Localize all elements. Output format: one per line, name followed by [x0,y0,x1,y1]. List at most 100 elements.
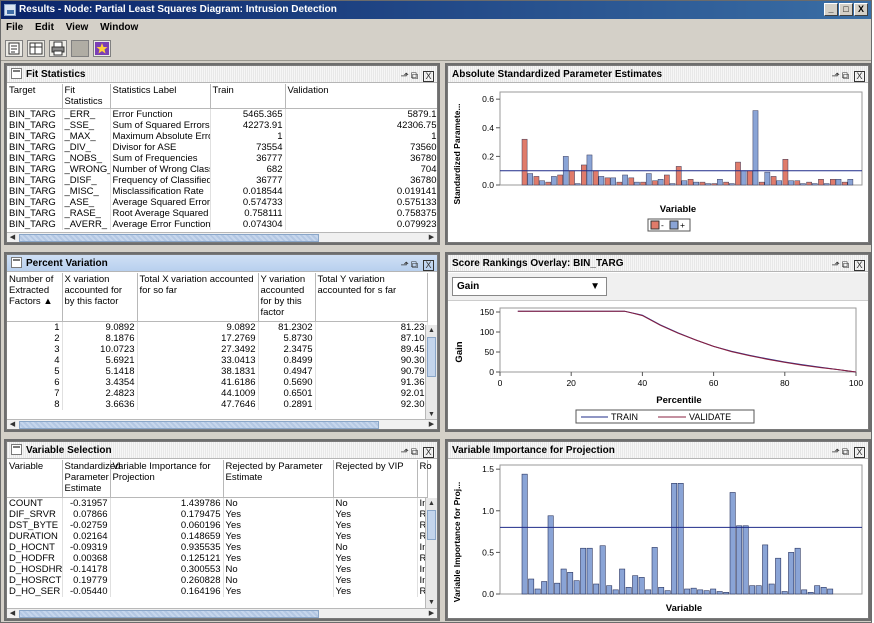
column-header[interactable]: Train [210,84,286,109]
maximize-icon[interactable]: ⧉ [842,447,851,458]
table-row[interactable]: BIN_TARG _ERR_ Error Function 5465.365 5879.… [7,108,437,120]
vertical-scrollbar[interactable]: ▲ ▼ [425,325,437,420]
vertical-scrollbar[interactable]: ▲ ▼ [425,498,437,608]
table-view-icon[interactable] [27,40,45,57]
restore-icon[interactable]: ⬏ [401,260,411,271]
restore-icon[interactable]: ⬏ [401,447,411,458]
scroll-down-icon[interactable]: ▼ [426,597,437,608]
table-row[interactable]: BIN_TARG _MISC_ Misclassification Rate 0.01… [7,186,437,197]
column-header[interactable]: Fit Statistics [62,84,111,109]
close-button[interactable]: X [854,3,868,16]
column-header[interactable]: Total X variation accounted for so far [137,273,259,322]
table-row[interactable]: BIN_TARG _NOBS_ Sum of Frequencies 36777 367… [7,153,437,164]
variable-selection-header[interactable]: Variable Selection ⬏⧉ X [7,442,437,459]
parameter-estimates-header[interactable]: Absolute Standardized Parameter Estimate… [448,66,868,83]
table-row[interactable]: DURATION0.021640.148659YesYesRe [7,530,428,542]
score-rankings-header[interactable]: Score Rankings Overlay: BIN_TARG ⬏⧉ X [448,255,868,272]
table-row[interactable]: BIN_TARG_DISF_Frequency of Classified Ca… [7,175,437,186]
vip-header[interactable]: Variable Importance for Projection ⬏⧉ X [448,442,868,459]
scroll-thumb[interactable] [427,337,436,377]
statistic-dropdown[interactable]: Gain ▼ [452,277,607,296]
scroll-thumb[interactable] [19,234,319,242]
scroll-right-icon[interactable]: ▶ [426,233,437,242]
table-row[interactable]: BIN_TARG _AVERR_ Average Error Function 0.0… [7,219,437,230]
table-row[interactable]: DIF_SRVR0.078660.179475YesYesRe [7,508,428,520]
close-icon[interactable]: X [854,71,865,82]
properties-icon[interactable] [5,40,23,57]
scroll-up-icon[interactable]: ▲ [426,325,437,336]
table-row[interactable]: 6 3.4354 41.6186 0.5690 91.36 [7,376,428,388]
restore-icon[interactable]: ⬏ [832,71,842,82]
maximize-icon[interactable]: ⧉ [411,71,420,82]
restore-icon[interactable]: ⬏ [832,260,842,271]
maximize-button[interactable]: □ [839,3,853,16]
column-header[interactable]: Number of Extracted Factors ▲ [7,273,63,322]
column-header[interactable]: X variation accounted for by this factor [62,273,138,322]
table-row[interactable]: BIN_TARG _MAX_ Maximum Absolute Error 1 1 [7,131,437,142]
restore-icon[interactable]: ⬏ [832,447,842,458]
scroll-thumb[interactable] [427,510,436,540]
maximize-icon[interactable]: ⧉ [842,71,851,82]
table-row[interactable]: D_HOCNT-0.093190.935535YesNoInp [7,541,428,553]
print-icon[interactable] [49,40,67,57]
table-row[interactable]: BIN_TARG _SSE_ Sum of Squared Errors 42273.… [7,120,437,131]
scroll-up-icon[interactable]: ▲ [426,498,437,509]
column-header[interactable]: Ro [417,460,432,498]
table-row[interactable]: 3 10.0723 27.3492 2.3475 89.45 [7,343,428,355]
column-header[interactable]: Standardized Parameter Estimate [62,460,120,498]
close-icon[interactable]: X [854,260,865,271]
table-row[interactable]: 1 9.0892 9.0892 81.2302 81.23 [7,321,428,333]
table-row[interactable]: 8 3.6636 47.7646 0.2891 92.30 [7,398,428,410]
table-row[interactable]: 7 2.4823 44.1009 0.6501 92.01 [7,387,428,399]
horizontal-scrollbar[interactable]: ◀ ▶ [7,419,437,429]
menu-window[interactable]: Window [100,19,138,36]
wand-icon[interactable] [93,40,111,57]
menu-view[interactable]: View [66,19,89,36]
title-bar[interactable]: Results - Node: Partial Least Squares Di… [1,1,871,19]
table-row[interactable]: D_HOSDHR-0.141780.300553NoYesInp [7,563,428,575]
scroll-left-icon[interactable]: ◀ [7,609,18,618]
table-row[interactable]: COUNT-0.319571.439786NoNoInp [7,497,428,509]
column-header[interactable]: Total Y variation accounted for s far [315,273,428,322]
maximize-icon[interactable]: ⧉ [411,260,420,271]
minimize-button[interactable]: _ [824,3,838,16]
table-row[interactable]: D_HODFR0.003680.125121YesYesRe [7,552,428,564]
table-row[interactable]: BIN_TARG_RASE_Root Average Squared Error… [7,208,437,219]
table-row[interactable]: BIN_TARG _ASE_ Average Squared Error 0.5747… [7,197,437,208]
restore-icon[interactable]: ⬏ [401,71,411,82]
column-header[interactable]: Y variation accounted for by this factor [258,273,316,322]
percent-variation-header[interactable]: Percent Variation ⬏⧉ X [7,255,437,272]
scroll-left-icon[interactable]: ◀ [7,233,18,242]
column-header[interactable]: Validation [285,84,437,109]
close-icon[interactable]: X [423,260,434,271]
column-header[interactable]: Statistics Label [110,84,211,109]
menu-edit[interactable]: Edit [35,19,54,36]
maximize-icon[interactable]: ⧉ [842,260,851,271]
column-header[interactable]: Target [7,84,63,109]
table-row[interactable]: BIN_TARG _DIV_ Divisor for ASE 73554 73560 [7,142,437,153]
table-row[interactable]: BIN_TARG_WRONG_Number of Wrong Classific… [7,164,437,175]
column-header[interactable]: Rejected by Parameter Estimate [223,460,334,498]
column-header[interactable]: Variable Importance for Projection [110,460,224,498]
table-row[interactable]: D_HOSRCT0.197790.260828NoYesInp [7,574,428,586]
maximize-icon[interactable]: ⧉ [411,447,420,458]
horizontal-scrollbar[interactable]: ◀ ▶ [7,232,437,242]
column-header[interactable]: Variable [7,460,63,498]
table-row[interactable]: D_HO_SER-0.054400.164196YesYesRe [7,585,428,597]
column-header[interactable]: Rejected by VIP [333,460,418,498]
close-icon[interactable]: X [423,71,434,82]
close-icon[interactable]: X [854,447,865,458]
scroll-left-icon[interactable]: ◀ [7,420,18,429]
menu-file[interactable]: File [6,19,23,36]
scroll-right-icon[interactable]: ▶ [426,420,437,429]
scroll-thumb[interactable] [19,610,319,618]
scroll-thumb[interactable] [19,421,379,429]
table-row[interactable]: 2 8.1876 17.2769 5.8730 87.10 [7,332,428,344]
table-row[interactable]: 4 5.6921 33.0413 0.8499 90.30 [7,354,428,366]
close-icon[interactable]: X [423,447,434,458]
fit-statistics-header[interactable]: Fit Statistics ⬏⧉ X [7,66,437,83]
table-row[interactable]: 5 5.1418 38.1831 0.4947 90.79 [7,365,428,377]
table-row[interactable]: DST_BYTE-0.027590.060196YesYesRe [7,519,428,531]
horizontal-scrollbar[interactable]: ◀ ▶ [7,608,437,618]
scroll-right-icon[interactable]: ▶ [426,609,437,618]
